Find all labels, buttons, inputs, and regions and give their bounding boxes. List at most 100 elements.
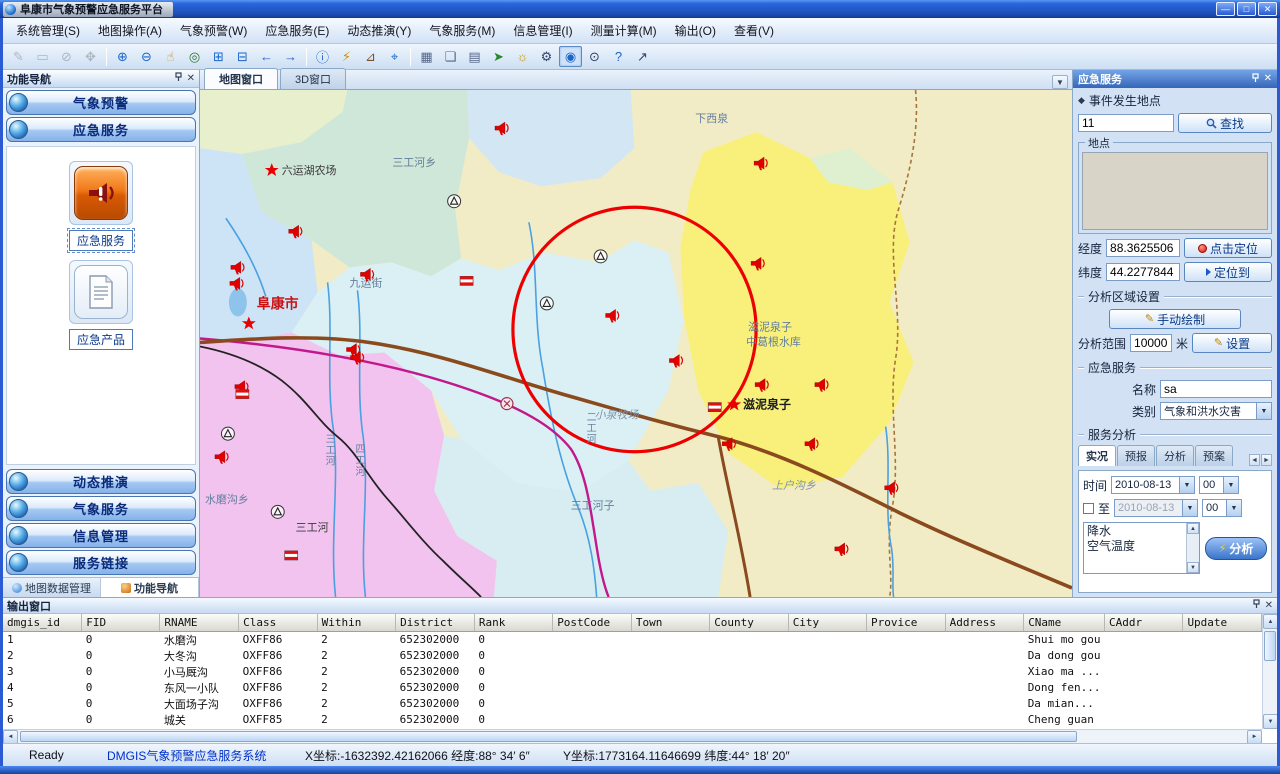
visibility-icon[interactable]: ⊙ [583, 46, 606, 67]
scroll-thumb[interactable] [20, 731, 1077, 742]
output-column-header[interactable]: Address [945, 614, 1024, 631]
time-hour-combo[interactable]: 00 ▼ [1199, 476, 1239, 494]
sidebar-button-bottom-1[interactable]: 气象服务 [6, 496, 196, 521]
combo-arrow-icon[interactable]: ▼ [1179, 477, 1194, 493]
pan-icon[interactable]: ☝ [159, 46, 182, 67]
tips-icon[interactable]: ☼ [511, 46, 534, 67]
map-marker-circle-a-icon[interactable] [540, 297, 553, 310]
menu-item[interactable]: 系统管理(S) [7, 18, 89, 43]
help-icon[interactable]: ? [607, 46, 630, 67]
output-row[interactable]: 40东风一小队OXFF8626523020000Dong fen... [3, 680, 1262, 696]
latitude-input[interactable] [1106, 263, 1180, 281]
location-list[interactable] [1082, 152, 1268, 230]
map-tab-1[interactable]: 3D窗口 [280, 68, 346, 89]
restore-button[interactable]: □ [1237, 2, 1256, 16]
output-column-header[interactable]: CAddr [1105, 614, 1183, 631]
pin-icon[interactable] [1251, 73, 1260, 86]
sidebar-button-top-1[interactable]: 应急服务 [6, 117, 196, 142]
map-marker-flag-icon[interactable] [708, 403, 721, 412]
output-column-header[interactable]: County [710, 614, 789, 631]
sidebar-tab-0[interactable]: 地图数据管理 [3, 578, 101, 597]
zoom-out-icon[interactable]: ⊖ [135, 46, 158, 67]
hotlink-icon[interactable]: ⚡ [335, 46, 358, 67]
close-icon[interactable]: ✕ [187, 74, 195, 84]
close-icon[interactable]: ✕ [1264, 74, 1272, 84]
add-image-icon[interactable]: ▦ [415, 46, 438, 67]
output-column-header[interactable]: FID [82, 614, 160, 631]
menu-item[interactable]: 气象服务(M) [420, 18, 504, 43]
output-column-header[interactable]: Rank [474, 614, 552, 631]
menu-item[interactable]: 查看(V) [725, 18, 783, 43]
combo-arrow-icon[interactable]: ▼ [1182, 500, 1197, 516]
scroll-left-icon[interactable]: ◄ [3, 730, 18, 743]
menu-item[interactable]: 气象预警(W) [171, 18, 256, 43]
back-extent-icon[interactable]: ← [255, 46, 278, 67]
pointer-icon[interactable]: ➤ [487, 46, 510, 67]
output-column-header[interactable]: City [788, 614, 866, 631]
combo-arrow-icon[interactable]: ▼ [1256, 403, 1271, 419]
sidebar-tab-1[interactable]: 功能导航 [101, 578, 199, 597]
forward-extent-icon[interactable]: → [279, 46, 302, 67]
menu-item[interactable]: 地图操作(A) [89, 18, 171, 43]
map-service-icon[interactable]: ◉ [559, 46, 582, 67]
pin-icon[interactable] [174, 72, 183, 85]
combo-arrow-icon[interactable]: ▼ [1226, 500, 1241, 516]
pin-icon[interactable] [1252, 599, 1261, 612]
output-column-header[interactable]: District [396, 614, 475, 631]
click-locate-button[interactable]: 点击定位 [1184, 238, 1272, 258]
to-hour-combo[interactable]: 00 ▼ [1202, 499, 1242, 517]
fixed-zoom-in-icon[interactable]: ⊞ [207, 46, 230, 67]
find-button[interactable]: 查找 [1178, 113, 1272, 133]
sidebar-button-bottom-2[interactable]: 信息管理 [6, 523, 196, 548]
service-tab-2[interactable]: 分析 [1156, 445, 1194, 466]
combo-arrow-icon[interactable]: ▼ [1223, 477, 1238, 493]
output-row[interactable]: 20大冬沟OXFF8626523020000Da dong gou [3, 648, 1262, 664]
map-marker-circle-a-icon[interactable] [271, 505, 284, 518]
output-row[interactable]: 50大面场子沟OXFF8626523020000Da mian... [3, 696, 1262, 712]
scroll-up-icon[interactable]: ▲ [1187, 523, 1199, 534]
locate-to-button[interactable]: 定位到 [1184, 262, 1272, 282]
menu-item[interactable]: 输出(O) [666, 18, 725, 43]
full-extent-icon[interactable]: ◎ [183, 46, 206, 67]
xy-locate-icon[interactable]: ⌖ [383, 46, 406, 67]
map-marker-circle-a-icon[interactable] [221, 427, 234, 440]
close-icon[interactable]: ✕ [1265, 601, 1273, 611]
map-svg[interactable]: 六运湖农场三工河乡下西泉阜康市九运街滋泥泉子中葛根水库小泉牧场滋泥泉子上户沟乡水… [200, 90, 1072, 597]
map-tab-dropdown-icon[interactable]: ▼ [1052, 75, 1068, 89]
service-tab-0[interactable]: 实况 [1078, 445, 1116, 466]
service-list-item[interactable]: 空气温度 [1085, 539, 1185, 554]
map-tab-0[interactable]: 地图窗口 [204, 68, 278, 89]
menu-item[interactable]: 动态推演(Y) [338, 18, 420, 43]
map-marker-flag-icon[interactable] [460, 276, 473, 285]
service-tab-3[interactable]: 预案 [1195, 445, 1233, 466]
measure-icon[interactable]: ⊿ [359, 46, 382, 67]
map-marker-flag-icon[interactable] [236, 390, 249, 399]
service-type-combo[interactable]: 气象和洪水灾害 ▼ [1160, 402, 1272, 420]
scroll-right-icon[interactable]: ► [1247, 730, 1262, 743]
output-column-header[interactable]: Within [317, 614, 396, 631]
zoom-in-icon[interactable]: ⊕ [111, 46, 134, 67]
minimize-button[interactable]: — [1216, 2, 1235, 16]
service-item-list[interactable]: 降水空气温度 ▲ ▼ [1083, 522, 1200, 574]
analyze-button[interactable]: ⚡ 分析 [1205, 537, 1267, 560]
scroll-thumb[interactable] [1264, 631, 1276, 661]
output-column-header[interactable]: CName [1024, 614, 1105, 631]
service-tab-1[interactable]: 预报 [1117, 445, 1155, 466]
print-icon[interactable]: ▤ [463, 46, 486, 67]
longitude-input[interactable] [1106, 239, 1180, 257]
map-marker-flag-icon[interactable] [285, 551, 298, 560]
map-marker-circle-a-icon[interactable] [594, 250, 607, 263]
output-row[interactable]: 10水磨沟OXFF8626523020000Shui mo gou [3, 631, 1262, 648]
settings-icon[interactable]: ⚙ [535, 46, 558, 67]
scroll-down-icon[interactable]: ▼ [1187, 562, 1199, 573]
identify-icon[interactable]: ⓘ [311, 46, 334, 67]
launch-emergency-product[interactable]: 应急产品 [69, 260, 133, 350]
scroll-down-icon[interactable]: ▼ [1263, 714, 1277, 729]
to-date-combo[interactable]: 2010-08-13 ▼ [1114, 499, 1198, 517]
list-scrollbar[interactable]: ▲ ▼ [1186, 523, 1199, 573]
scroll-up-icon[interactable]: ▲ [1263, 614, 1277, 629]
menu-item[interactable]: 信息管理(I) [504, 18, 581, 43]
output-horizontal-scrollbar[interactable]: ◄ ► [3, 729, 1262, 743]
output-column-header[interactable]: dmgis_id [3, 614, 82, 631]
map-canvas[interactable]: 六运湖农场三工河乡下西泉阜康市九运街滋泥泉子中葛根水库小泉牧场滋泥泉子上户沟乡水… [200, 90, 1072, 597]
